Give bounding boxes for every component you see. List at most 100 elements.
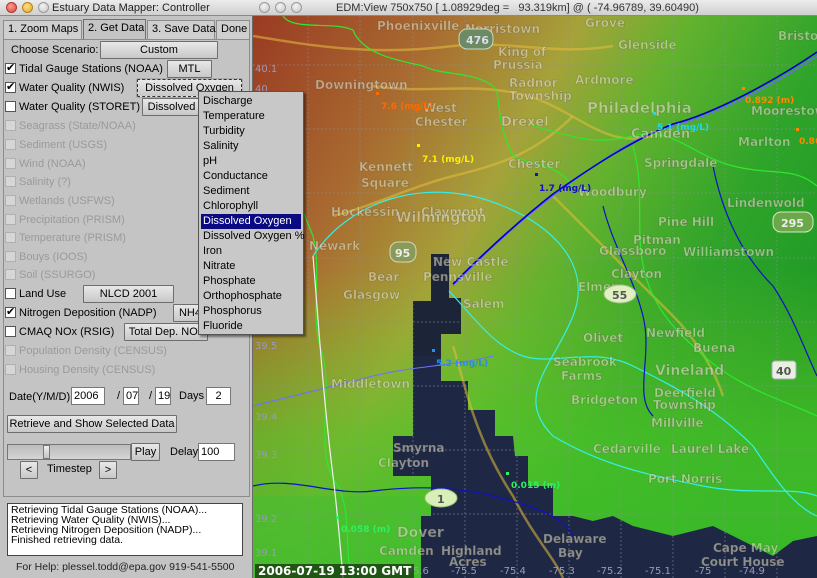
map-window-title: EDM:View 750x750 [ 1.08929deg = 93.319km… [336, 2, 699, 14]
checkbox[interactable] [5, 61, 16, 74]
retrieve-data-button[interactable]: Retrieve and Show Selected Data [7, 415, 177, 433]
interstate-shield: 476 [458, 28, 494, 50]
land-use-select[interactable]: NLCD 2001 [83, 285, 174, 303]
place-label: New Castle [433, 255, 508, 269]
place-label: Glassboro [599, 244, 666, 258]
status-log[interactable]: Retrieving Tidal Gauge Stations (NOAA)..… [7, 503, 243, 556]
place-label: Drexel [501, 115, 549, 130]
place-label: Newfield [646, 326, 705, 340]
minimize-button[interactable] [22, 2, 33, 13]
date-label-row: Date(Y/M/D) [9, 388, 70, 405]
year-field[interactable]: 2006 [71, 387, 105, 405]
timestep-slider[interactable] [7, 444, 131, 460]
map-svg[interactable]: 40.1 40 39.5 39.4 39.3 39.2 39.1 -75.6 -… [253, 16, 817, 578]
zoom-button[interactable] [38, 2, 49, 13]
layer-row-land-use[interactable]: Land Use [5, 285, 66, 302]
lat-tick: 39.2 [255, 514, 277, 525]
place-label: Clayton [611, 267, 662, 281]
interstate-shield: 95 [389, 241, 417, 263]
checkbox[interactable] [5, 288, 16, 299]
layer-label: CMAQ NOx (RSIG) [19, 325, 115, 338]
menu-item-chlorophyll[interactable]: Chlorophyll [199, 199, 303, 214]
svg-text:0.868 (m): 0.868 (m) [799, 137, 817, 147]
place-label: Port Norris [648, 472, 722, 486]
place-label: Millville [651, 416, 704, 430]
layer-label: Wind (NOAA) [19, 157, 86, 170]
next-timestep-button[interactable]: > [99, 461, 117, 479]
place-label: Chester [415, 115, 468, 129]
layer-row-nitrogen-deposition[interactable]: Nitrogen Deposition (NADP) [5, 304, 157, 321]
menu-item-conductance[interactable]: Conductance [199, 169, 303, 184]
menu-item-phosphate[interactable]: Phosphate [199, 274, 303, 289]
layer-row-water-quality-storet[interactable]: Water Quality (STORET) [5, 98, 140, 115]
menu-item-discharge[interactable]: Discharge [199, 94, 303, 109]
tab-get-data[interactable]: 2. Get Data [83, 19, 146, 40]
menu-item-orthophosphate[interactable]: Orthophosphate [199, 289, 303, 304]
timestep-slider-thumb[interactable] [43, 445, 50, 459]
close-button[interactable] [259, 2, 270, 13]
delay-field[interactable]: 100 [198, 443, 235, 461]
place-label: Township [653, 398, 716, 412]
scenario-select[interactable]: Custom [100, 41, 218, 59]
controller-titlebar: Estuary Data Mapper: Controller [0, 0, 253, 16]
checkbox[interactable] [5, 326, 16, 337]
place-label: Phoenixville [377, 19, 459, 33]
layer-row-tidal-gauge[interactable]: Tidal Gauge Stations (NOAA) [5, 60, 163, 77]
checkbox[interactable] [5, 305, 16, 318]
tab-zoom-maps[interactable]: 1. Zoom Maps [3, 20, 82, 39]
menu-item-phosphorus[interactable]: Phosphorus [199, 304, 303, 319]
checkbox[interactable] [5, 80, 16, 93]
play-button[interactable]: Play [131, 443, 160, 461]
place-label: Cedarville [593, 442, 661, 456]
layer-row-housing-density: Housing Density (CENSUS) [5, 361, 155, 378]
place-label: Clayton [378, 456, 429, 470]
lon-tick: -75.2 [597, 566, 623, 577]
place-label: Moorestown [751, 104, 817, 118]
zoom-button[interactable] [291, 2, 302, 13]
menu-item-dissolved-oxygen-percent[interactable]: Dissolved Oxygen % [199, 229, 305, 244]
lat-tick: 39.3 [255, 450, 277, 461]
layer-row-soil: Soil (SSURGO) [5, 266, 95, 283]
place-label: Vineland [655, 363, 724, 379]
place-label: Bristol [778, 29, 817, 43]
checkbox [5, 158, 16, 169]
layer-label: Tidal Gauge Stations (NOAA) [19, 62, 163, 75]
map-titlebar: EDM:View 750x750 [ 1.08929deg = 93.319km… [253, 0, 817, 16]
map-canvas[interactable]: 40.1 40 39.5 39.4 39.3 39.2 39.1 -75.6 -… [253, 16, 817, 578]
menu-item-sediment[interactable]: Sediment [199, 184, 303, 199]
menu-item-temperature[interactable]: Temperature [199, 109, 303, 124]
place-label: Acres [449, 555, 487, 569]
place-label: Bay [558, 546, 583, 560]
place-label: Prussia [493, 58, 543, 72]
svg-text:55: 55 [612, 289, 627, 302]
tab-save-data[interactable]: 3. Save Data [147, 20, 216, 39]
date-separator: / [117, 390, 121, 402]
days-field[interactable]: 2 [206, 387, 231, 405]
menu-item-nitrate[interactable]: Nitrate [199, 259, 303, 274]
lat-tick: 39.4 [255, 412, 277, 423]
menu-item-fluoride[interactable]: Fluoride [199, 319, 303, 334]
month-field[interactable]: 07 [123, 387, 139, 405]
checkbox[interactable] [5, 101, 16, 112]
cmaq-variable-select[interactable]: Total Dep. NOx [124, 323, 208, 341]
place-label: Radnor [509, 76, 558, 90]
prev-timestep-button[interactable]: < [20, 461, 38, 479]
minimize-button[interactable] [275, 2, 286, 13]
svg-text:0.015 (m): 0.015 (m) [511, 481, 560, 491]
close-button[interactable] [6, 2, 17, 13]
variable-dropdown-menu[interactable]: Discharge Temperature Turbidity Salinity… [198, 91, 305, 335]
tidal-gauge-variable-select[interactable]: MTL [167, 60, 212, 78]
menu-item-turbidity[interactable]: Turbidity [199, 124, 303, 139]
menu-item-iron[interactable]: Iron [199, 244, 303, 259]
day-field[interactable]: 19 [155, 387, 171, 405]
tab-done[interactable]: Done [216, 20, 250, 39]
place-label: Ardmore [575, 73, 634, 87]
place-label: Seabrook [553, 355, 618, 369]
place-label: Salem [463, 297, 505, 311]
menu-item-salinity[interactable]: Salinity [199, 139, 303, 154]
menu-item-ph[interactable]: pH [199, 154, 303, 169]
layer-row-water-quality-nwis[interactable]: Water Quality (NWIS) [5, 79, 124, 96]
menu-item-dissolved-oxygen[interactable]: Dissolved Oxygen [201, 214, 301, 229]
layer-row-cmaq-nox[interactable]: CMAQ NOx (RSIG) [5, 323, 114, 340]
svg-text:0.058 (m): 0.058 (m) [341, 525, 390, 535]
